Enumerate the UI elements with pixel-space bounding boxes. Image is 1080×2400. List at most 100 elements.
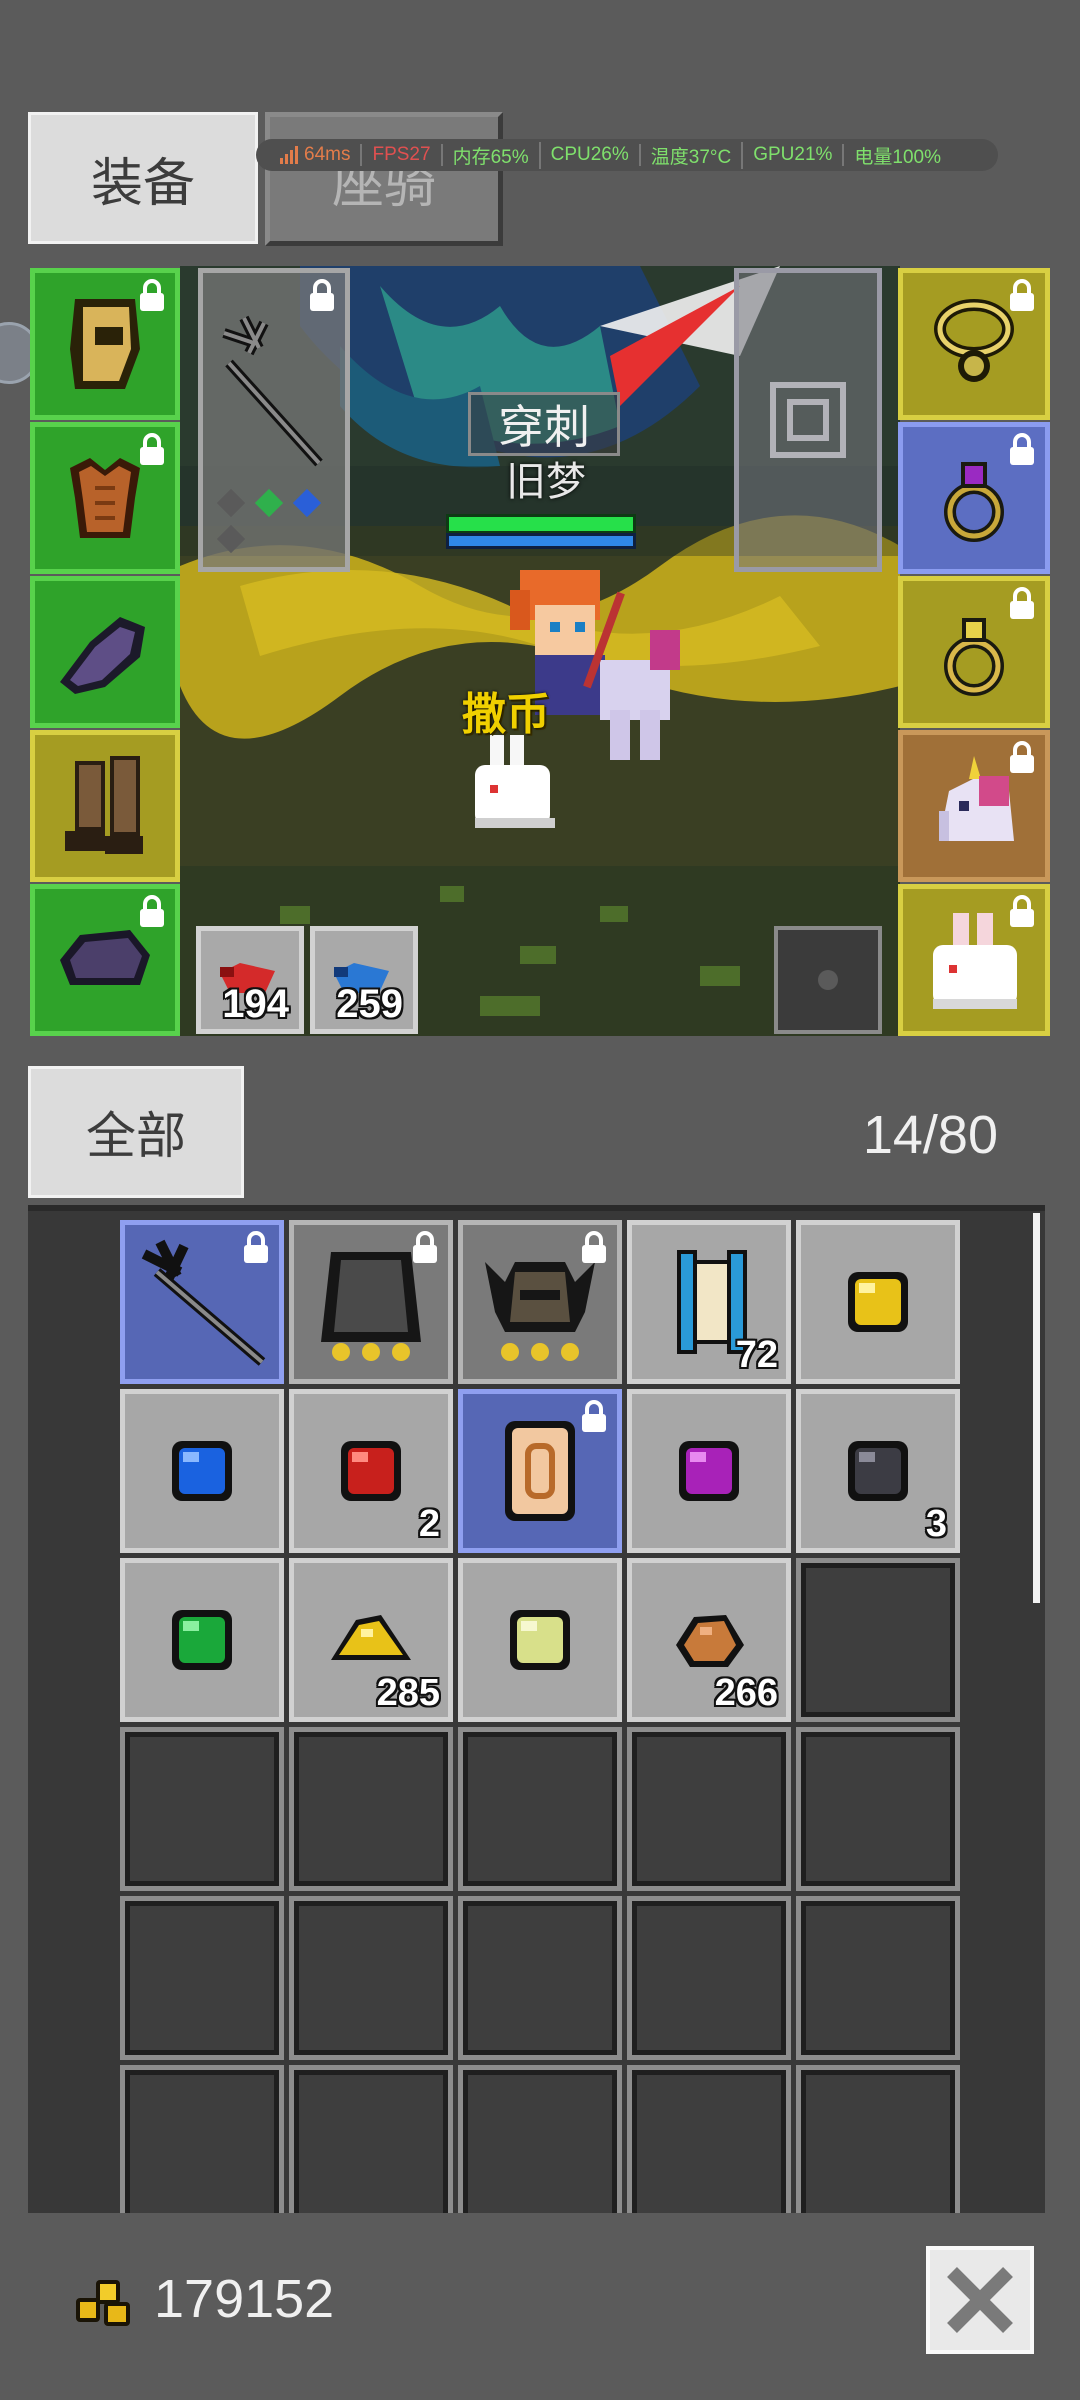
lock-icon — [140, 895, 164, 927]
equip-slot-weapon[interactable] — [198, 268, 350, 572]
inventory-slot-empty[interactable] — [796, 1558, 960, 1722]
inventory-capacity: 14/80 — [862, 1105, 998, 1165]
inventory-slot-empty[interactable] — [458, 1896, 622, 2060]
dark-cloak-icon — [60, 930, 150, 985]
inventory-slot-empty[interactable] — [458, 1727, 622, 1891]
dark-gloves-icon — [60, 617, 145, 694]
inventory-slot-empty[interactable] — [289, 1727, 453, 1891]
signal-icon — [280, 145, 298, 164]
mp-potion-slot[interactable]: 259 — [310, 926, 418, 1034]
light-green-gem-icon — [510, 1610, 570, 1670]
inventory-slot-empty[interactable] — [120, 1896, 284, 2060]
hp-potion-count: 194 — [222, 982, 289, 1026]
inventory-slot-empty[interactable] — [796, 1896, 960, 2060]
inventory-slot[interactable] — [120, 1389, 284, 1553]
cpu-readout: CPU26% — [541, 144, 641, 166]
inventory-slot-empty[interactable] — [289, 1896, 453, 2060]
inventory-slot[interactable]: 72 — [627, 1220, 791, 1384]
temperature-readout: 温度37°C — [641, 141, 744, 169]
item-count: 72 — [735, 1334, 778, 1376]
inventory-slot[interactable]: 285 — [289, 1558, 453, 1722]
lock-icon — [310, 279, 334, 311]
memory-readout: 内存65% — [443, 141, 541, 169]
hp-potion-slot[interactable]: 194 — [196, 926, 304, 1034]
gold-ring-icon — [944, 618, 1004, 696]
gpu-readout: GPU21% — [743, 144, 845, 166]
equip-slot-ring-2[interactable] — [898, 576, 1050, 728]
quick-slot[interactable] — [774, 926, 882, 1034]
offhand-placeholder-icon — [770, 382, 846, 458]
inventory-slot-empty[interactable] — [627, 1896, 791, 2060]
lock-icon — [140, 279, 164, 311]
inventory-slot[interactable]: 3 — [796, 1389, 960, 1553]
inventory-slot[interactable] — [458, 1389, 622, 1553]
leather-boots-icon — [65, 756, 143, 854]
equip-slot-ring-1[interactable] — [898, 422, 1050, 574]
gold-coins-icon — [76, 2280, 130, 2326]
item-count: 2 — [418, 1503, 440, 1545]
equip-slot-boots[interactable] — [30, 730, 180, 882]
fps-readout: FPS27 — [362, 144, 443, 166]
inventory-slot-empty[interactable] — [796, 2065, 960, 2213]
player-name-label: 旧梦 — [506, 460, 586, 504]
inventory-slot[interactable] — [120, 1558, 284, 1722]
lock-icon — [582, 1231, 606, 1263]
latency-indicator: 64ms — [270, 144, 363, 166]
inventory-slot-empty[interactable] — [627, 2065, 791, 2213]
lock-icon — [1010, 587, 1034, 619]
blue-gem-icon — [172, 1441, 232, 1501]
equip-slot-helmet[interactable] — [30, 268, 180, 420]
inventory-slot-empty[interactable] — [796, 1727, 960, 1891]
inventory-slot-empty[interactable] — [120, 2065, 284, 2213]
rune-stone-icon — [505, 1421, 575, 1521]
black-gem-icon — [848, 1441, 908, 1501]
inventory-slot[interactable] — [627, 1389, 791, 1553]
inventory-slot[interactable]: 2 — [289, 1389, 453, 1553]
inventory-slot-empty[interactable] — [289, 2065, 453, 2213]
gold-necklace-icon — [934, 299, 1014, 382]
red-gem-icon — [341, 1441, 401, 1501]
lock-icon — [1010, 741, 1034, 773]
equip-slot-armor[interactable] — [30, 422, 180, 574]
lock-icon — [1010, 433, 1034, 465]
item-count: 285 — [376, 1672, 440, 1714]
equip-slot-necklace[interactable] — [898, 268, 1050, 420]
lock-icon — [1010, 895, 1034, 927]
gold-ore-icon — [331, 1615, 411, 1660]
inventory-slot-empty[interactable] — [458, 2065, 622, 2213]
skill-name-label: 穿刺 — [468, 392, 620, 456]
close-icon — [947, 2267, 1013, 2333]
pet-rabbit-icon — [475, 735, 555, 828]
inventory-slot[interactable] — [458, 1220, 622, 1384]
tab-equipment[interactable]: 装备 — [28, 112, 258, 244]
pet-name-label: 撒币 — [462, 690, 550, 739]
performance-overlay: 64ms FPS27 内存65% CPU26% 温度37°C GPU21% 电量… — [256, 139, 998, 171]
close-button[interactable] — [926, 2246, 1034, 2354]
player-mp-bar — [446, 533, 636, 549]
equip-slot-mount[interactable] — [898, 730, 1050, 882]
tab-mount[interactable]: 座骑 — [265, 112, 503, 246]
mp-potion-count: 259 — [336, 982, 403, 1026]
equip-slot-cloak[interactable] — [30, 884, 180, 1036]
lock-icon — [1010, 279, 1034, 311]
lock-icon — [413, 1231, 437, 1263]
yellow-gem-icon — [848, 1272, 908, 1332]
inventory-slot[interactable] — [289, 1220, 453, 1384]
trident-weapon-icon — [216, 315, 323, 553]
inventory-scrollbar[interactable] — [1033, 1213, 1040, 1603]
inventory-slot[interactable] — [796, 1220, 960, 1384]
equip-slot-pet[interactable] — [898, 884, 1050, 1036]
battery-readout: 电量100% — [854, 146, 942, 168]
item-count: 3 — [925, 1503, 947, 1545]
player-hp-bar — [446, 514, 636, 534]
inventory-slot[interactable] — [120, 1220, 284, 1384]
equip-slot-offhand[interactable] — [734, 268, 882, 572]
inventory-slot[interactable]: 266 — [627, 1558, 791, 1722]
inventory-slot-empty[interactable] — [120, 1727, 284, 1891]
purple-gem-icon — [679, 1441, 739, 1501]
equip-slot-gloves[interactable] — [30, 576, 180, 728]
filter-all-button[interactable]: 全部 — [28, 1066, 244, 1198]
inventory-slot[interactable] — [458, 1558, 622, 1722]
inventory-slot-empty[interactable] — [627, 1727, 791, 1891]
item-count: 266 — [714, 1672, 778, 1714]
